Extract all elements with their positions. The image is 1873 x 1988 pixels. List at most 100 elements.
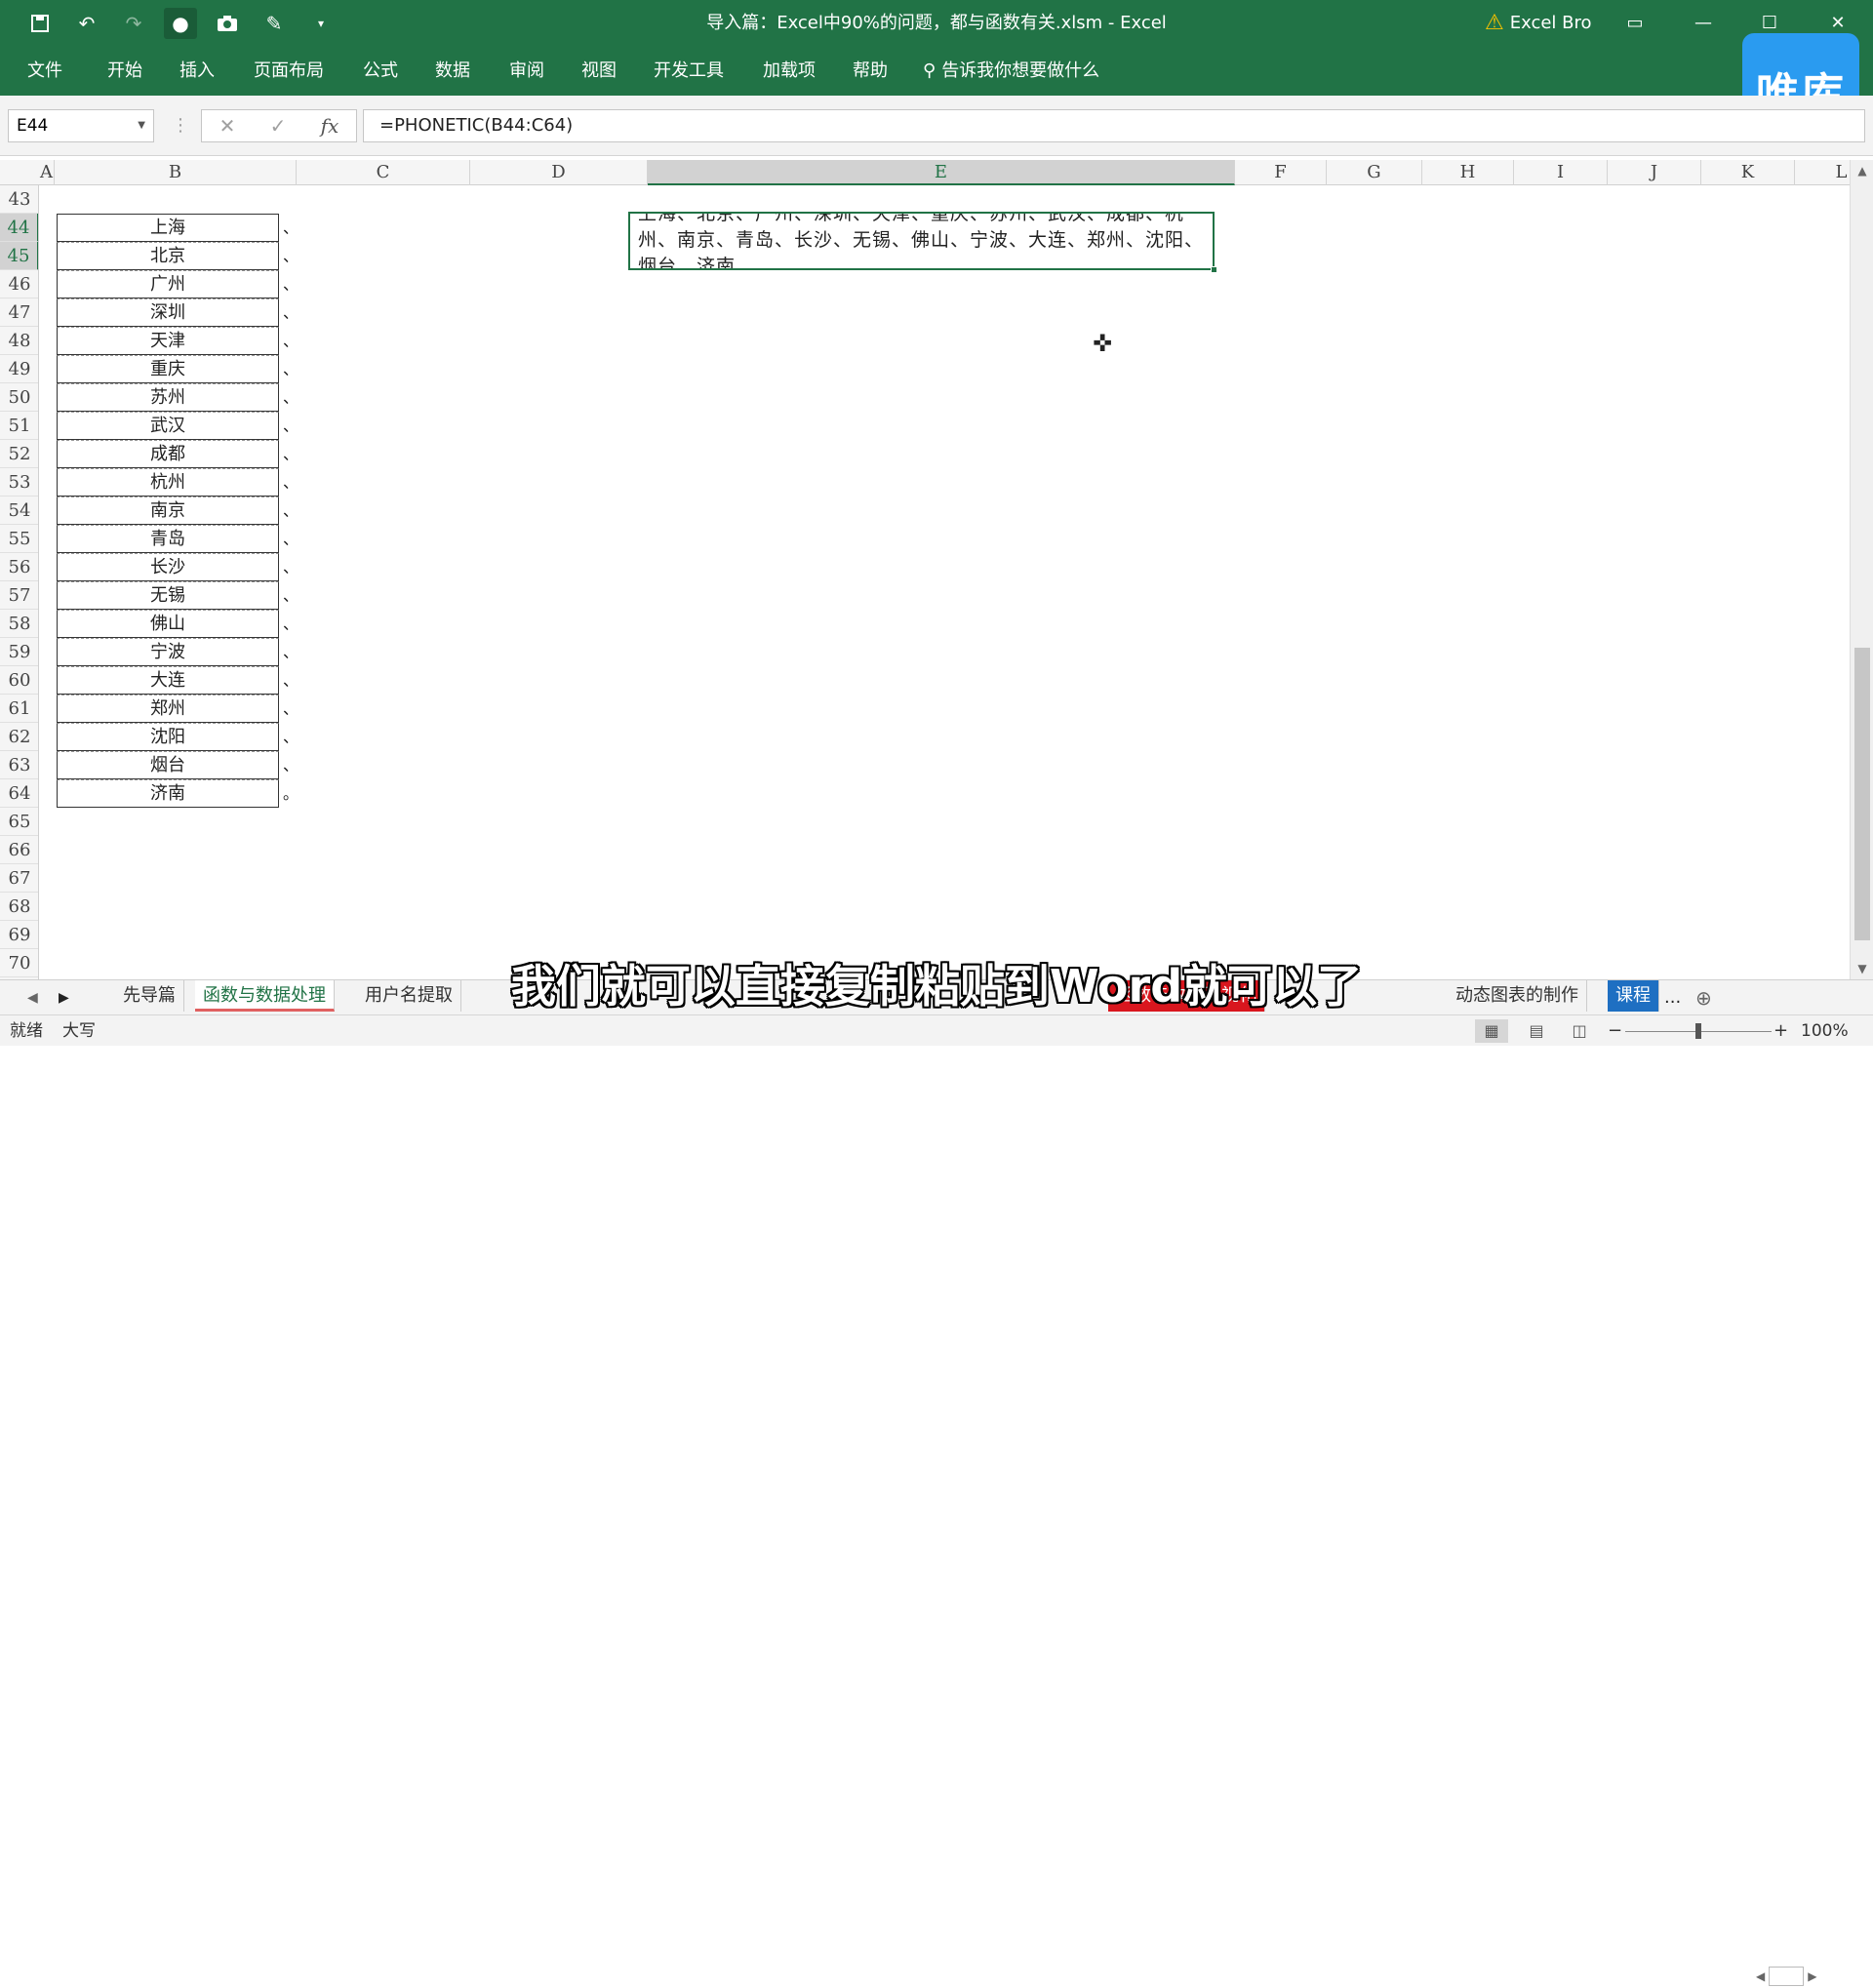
cell-c-separator[interactable]: 。 xyxy=(283,779,322,808)
row-header-66[interactable]: 66 xyxy=(0,836,38,864)
tab-view[interactable]: 视图 xyxy=(581,47,617,96)
cell-c-separator[interactable]: 、 xyxy=(283,525,322,553)
worksheet-grid[interactable]: 上海、北京、广州、深圳、天津、重庆、苏州、武汉、成都、杭州、南京、青岛、长沙、无… xyxy=(39,185,1850,979)
tab-review[interactable]: 审阅 xyxy=(509,47,544,96)
cell-c-separator[interactable]: 、 xyxy=(283,270,322,298)
row-header-60[interactable]: 60 xyxy=(0,666,38,695)
cell-b-city[interactable]: 佛山 xyxy=(57,610,279,638)
user-account[interactable]: ⚠ Excel Bro xyxy=(1485,0,1592,47)
row-header-56[interactable]: 56 xyxy=(0,553,38,581)
zoom-out-icon[interactable]: − xyxy=(1608,1015,1622,1047)
next-sheet-icon[interactable]: ▶ xyxy=(59,980,69,1015)
cell-b-city[interactable]: 广州 xyxy=(57,270,279,298)
tab-data[interactable]: 数据 xyxy=(435,47,470,96)
normal-view-icon[interactable]: ▦ xyxy=(1475,1019,1508,1043)
row-header-49[interactable]: 49 xyxy=(0,355,38,383)
row-header-68[interactable]: 68 xyxy=(0,893,38,921)
column-header-j[interactable]: J xyxy=(1608,160,1701,185)
row-header-69[interactable]: 69 xyxy=(0,921,38,949)
zoom-in-icon[interactable]: + xyxy=(1773,1015,1788,1047)
cell-c-separator[interactable]: 、 xyxy=(283,610,322,638)
prev-sheet-icon[interactable]: ◀ xyxy=(27,980,38,1015)
cell-b-city[interactable]: 大连 xyxy=(57,666,279,695)
fill-handle[interactable] xyxy=(1211,266,1217,273)
cell-c-separator[interactable]: 、 xyxy=(283,723,322,751)
record-icon[interactable]: ● xyxy=(164,8,197,39)
scroll-down-icon[interactable]: ▼ xyxy=(1851,958,1873,979)
cell-b-city[interactable]: 重庆 xyxy=(57,355,279,383)
column-header-e[interactable]: E xyxy=(648,160,1235,185)
tab-addins[interactable]: 加载项 xyxy=(763,47,816,96)
row-header-53[interactable]: 53 xyxy=(0,468,38,497)
cell-b-city[interactable]: 武汉 xyxy=(57,412,279,440)
cell-b-city[interactable]: 郑州 xyxy=(57,695,279,723)
horizontal-scrollbar[interactable]: ◀ ▶ xyxy=(1756,1965,1863,1988)
formula-bar-grip-icon[interactable]: ⋮ xyxy=(172,109,189,142)
row-header-51[interactable]: 51 xyxy=(0,412,38,440)
cell-b-city[interactable]: 沈阳 xyxy=(57,723,279,751)
cell-c-separator[interactable]: 、 xyxy=(283,383,322,412)
tab-file[interactable]: 文件 xyxy=(27,47,62,96)
column-header-i[interactable]: I xyxy=(1514,160,1608,185)
row-header-59[interactable]: 59 xyxy=(0,638,38,666)
sheet-tab-functions[interactable]: 函数与数据处理 xyxy=(195,980,335,1012)
tab-page-layout[interactable]: 页面布局 xyxy=(254,47,324,96)
cell-c-separator[interactable]: 、 xyxy=(283,638,322,666)
row-header-45[interactable]: 45 xyxy=(0,242,38,270)
save-icon[interactable] xyxy=(23,8,57,39)
cell-c-separator[interactable]: 、 xyxy=(283,355,322,383)
column-header-d[interactable]: D xyxy=(470,160,648,185)
undo-icon[interactable]: ↶ xyxy=(70,8,103,39)
camera-icon[interactable] xyxy=(211,8,244,39)
cell-c-separator[interactable]: 、 xyxy=(283,497,322,525)
row-header-62[interactable]: 62 xyxy=(0,723,38,751)
cell-b-city[interactable]: 上海 xyxy=(57,214,279,242)
add-sheet-icon[interactable]: ⊕ xyxy=(1695,980,1712,1015)
cell-b-city[interactable]: 青岛 xyxy=(57,525,279,553)
cell-c-separator[interactable]: 、 xyxy=(283,468,322,497)
vertical-scrollbar[interactable]: ▲ ▼ xyxy=(1850,160,1873,979)
redo-icon[interactable]: ↷ xyxy=(117,8,150,39)
cell-b-city[interactable]: 宁波 xyxy=(57,638,279,666)
tab-help[interactable]: 帮助 xyxy=(853,47,888,96)
cell-c-separator[interactable]: 、 xyxy=(283,581,322,610)
more-sheets-label[interactable]: ... xyxy=(1664,980,1681,1015)
row-header-47[interactable]: 47 xyxy=(0,298,38,327)
cell-c-separator[interactable]: 、 xyxy=(283,695,322,723)
row-header-61[interactable]: 61 xyxy=(0,695,38,723)
cell-b-city[interactable]: 济南 xyxy=(57,779,279,808)
row-header-52[interactable]: 52 xyxy=(0,440,38,468)
cell-c-separator[interactable]: 、 xyxy=(283,327,322,355)
row-header-58[interactable]: 58 xyxy=(0,610,38,638)
tab-insert[interactable]: 插入 xyxy=(179,47,215,96)
scroll-left-icon[interactable]: ◀ xyxy=(1756,1969,1765,1983)
zoom-slider-thumb[interactable] xyxy=(1695,1023,1701,1039)
cell-b-city[interactable]: 苏州 xyxy=(57,383,279,412)
scroll-right-icon[interactable]: ▶ xyxy=(1808,1969,1816,1983)
row-header-67[interactable]: 67 xyxy=(0,864,38,893)
cancel-icon[interactable]: ✕ xyxy=(219,114,236,138)
row-header-64[interactable]: 64 xyxy=(0,779,38,808)
cell-c-separator[interactable]: 、 xyxy=(283,298,322,327)
row-header-44[interactable]: 44 xyxy=(0,214,38,242)
scroll-up-icon[interactable]: ▲ xyxy=(1851,160,1873,181)
row-header-50[interactable]: 50 xyxy=(0,383,38,412)
row-header-65[interactable]: 65 xyxy=(0,808,38,836)
row-header-70[interactable]: 70 xyxy=(0,949,38,977)
column-header-k[interactable]: K xyxy=(1701,160,1795,185)
row-header-46[interactable]: 46 xyxy=(0,270,38,298)
row-header-48[interactable]: 48 xyxy=(0,327,38,355)
cell-b-city[interactable]: 天津 xyxy=(57,327,279,355)
row-header-55[interactable]: 55 xyxy=(0,525,38,553)
cell-b-city[interactable]: 长沙 xyxy=(57,553,279,581)
minimize-icon[interactable]: — xyxy=(1676,0,1731,47)
insert-function-icon[interactable]: fx xyxy=(321,114,339,138)
row-header-43[interactable]: 43 xyxy=(0,185,38,214)
tell-me-search[interactable]: ⚲ 告诉我你想要做什么 xyxy=(923,47,1099,96)
column-header-a[interactable]: A xyxy=(39,160,55,185)
sheet-tab-dynamic-chart[interactable]: 动态图表的制作 xyxy=(1448,980,1587,1012)
cell-c-separator[interactable]: 、 xyxy=(283,751,322,779)
cell-b-city[interactable]: 烟台 xyxy=(57,751,279,779)
formula-input[interactable]: =PHONETIC(B44:C64) xyxy=(363,109,1865,142)
column-header-h[interactable]: H xyxy=(1422,160,1514,185)
